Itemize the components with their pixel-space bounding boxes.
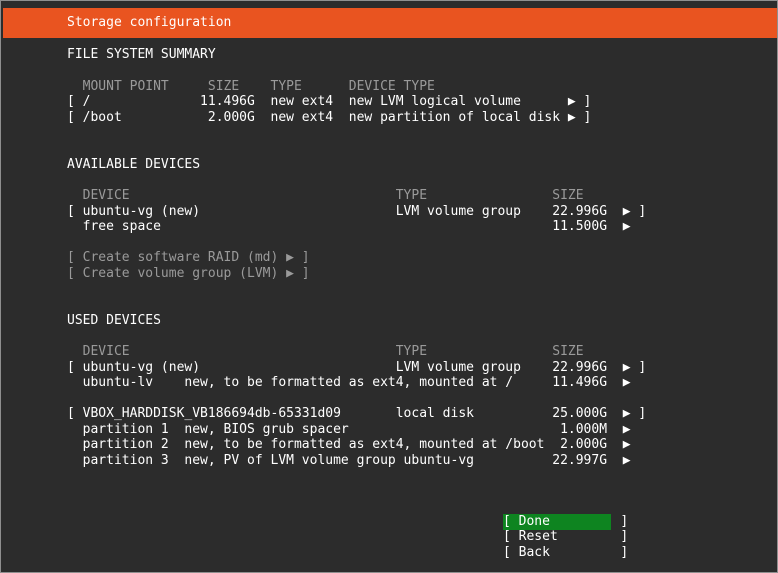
installer-window: Storage configuration FILE SYSTEM SUMMAR… xyxy=(0,0,778,573)
available-heading: AVAILABLE DEVICES xyxy=(67,157,201,172)
reset-button[interactable]: [ Reset ] xyxy=(503,529,628,545)
available-header: DEVICE TYPE SIZE xyxy=(67,188,584,203)
used-row-harddisk[interactable]: [ VBOX_HARDDISK_VB186694db-65331d09 loca… xyxy=(67,406,646,422)
available-row-ubuntu-vg[interactable]: [ ubuntu-vg (new) LVM volume group 22.99… xyxy=(67,204,646,220)
done-button[interactable]: [ Done ] xyxy=(503,514,628,530)
fs-row-boot[interactable]: [ /boot 2.000G new ext4 new partition of… xyxy=(67,110,591,126)
used-row-ubuntu-vg[interactable]: [ ubuntu-vg (new) LVM volume group 22.99… xyxy=(67,360,646,376)
used-row-partition-3[interactable]: partition 3 new, PV of LVM volume group … xyxy=(67,453,631,469)
fs-summary-header: MOUNT POINT SIZE TYPE DEVICE TYPE xyxy=(67,79,435,94)
used-heading: USED DEVICES xyxy=(67,313,161,328)
used-row-partition-2[interactable]: partition 2 new, to be formatted as ext4… xyxy=(67,437,631,453)
used-header: DEVICE TYPE SIZE xyxy=(67,344,584,359)
create-raid-button[interactable]: [ Create software RAID (md) ▶ ] xyxy=(67,250,310,266)
page-title: Storage configuration xyxy=(67,15,232,30)
used-row-partition-1[interactable]: partition 1 new, BIOS grub spacer 1.000M… xyxy=(67,422,631,438)
create-lvm-button[interactable]: [ Create volume group (LVM) ▶ ] xyxy=(67,266,310,282)
fs-row-root[interactable]: [ / 11.496G new ext4 new LVM logical vol… xyxy=(67,94,591,110)
used-row-ubuntu-lv[interactable]: ubuntu-lv new, to be formatted as ext4, … xyxy=(67,375,631,391)
title-bar: Storage configuration xyxy=(3,8,777,38)
available-row-free-space[interactable]: free space 11.500G ▶ xyxy=(67,219,631,235)
back-button[interactable]: [ Back ] xyxy=(503,545,628,561)
fs-summary-heading: FILE SYSTEM SUMMARY xyxy=(67,47,216,62)
